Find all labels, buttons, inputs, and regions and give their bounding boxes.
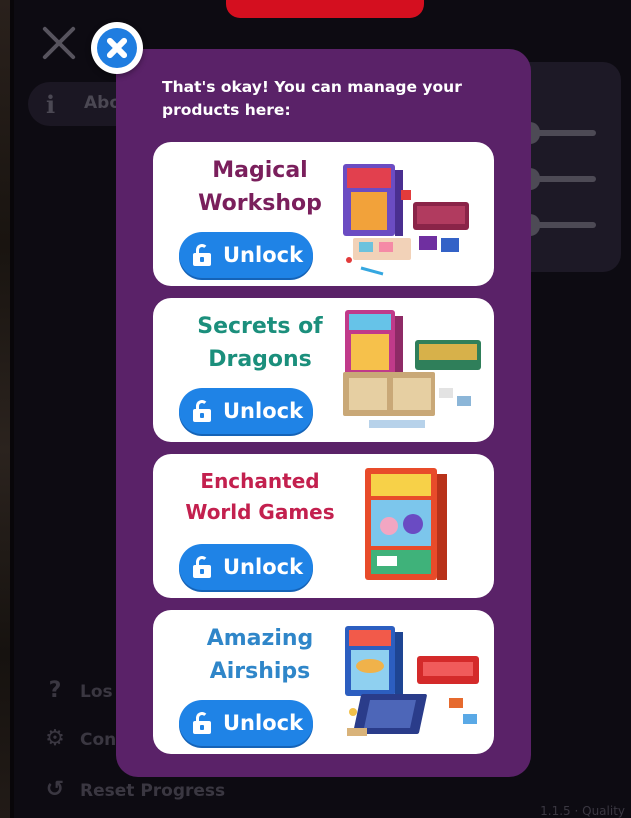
gear-icon: ⚙	[45, 726, 65, 751]
modal-title: That's okay! You can manage your product…	[162, 78, 462, 119]
settings-row-label: Los	[80, 682, 113, 702]
background-photo-strip	[0, 0, 14, 818]
product-card-magical-workshop: Magical Workshop Unlock	[153, 142, 494, 286]
unlock-button[interactable]: Unlock	[179, 232, 313, 278]
settings-row-label: Con	[80, 730, 117, 750]
top-red-banner	[226, 0, 424, 18]
unlock-icon	[193, 400, 211, 422]
settings-row-con[interactable]: ⚙ Con	[40, 726, 116, 751]
unlock-button[interactable]: Unlock	[179, 544, 313, 590]
unlock-icon	[193, 556, 211, 578]
product-card-amazing-airships: Amazing Airships Unlock	[153, 610, 494, 754]
version-text: 1.1.5 · Quality	[540, 804, 625, 818]
info-icon: i	[46, 90, 56, 119]
product-name: Amazing Airships	[206, 626, 314, 684]
background-close-icon[interactable]	[40, 24, 78, 62]
unlock-button[interactable]: Unlock	[179, 388, 313, 434]
magical-workshop-product-image	[343, 164, 469, 276]
unlock-icon	[193, 712, 211, 734]
product-name: Magical Workshop	[198, 158, 322, 216]
question-icon: ?	[48, 678, 62, 703]
unlock-label: Unlock	[223, 243, 304, 267]
volume-slider-2[interactable]	[520, 168, 596, 190]
unlock-label: Unlock	[223, 555, 304, 579]
product-name: Secrets of Dragons	[197, 314, 323, 372]
reset-icon: ↺	[45, 777, 65, 802]
product-card-enchanted-world-games: Enchanted World Games Unlock	[153, 454, 494, 598]
settings-row-label: Reset Progress	[80, 781, 226, 801]
volume-slider-3[interactable]	[520, 214, 596, 236]
unlock-icon	[193, 244, 211, 266]
amazing-airships-product-image	[345, 626, 479, 736]
secrets-of-dragons-product-image	[343, 310, 481, 428]
close-icon	[97, 28, 137, 68]
close-button[interactable]	[91, 22, 143, 74]
unlock-button[interactable]: Unlock	[179, 700, 313, 746]
unlock-label: Unlock	[223, 399, 304, 423]
product-card-secrets-of-dragons: Secrets of Dragons Unlock	[153, 298, 494, 442]
settings-row-lost[interactable]: ? Los	[40, 678, 113, 703]
product-name: Enchanted World Games	[185, 469, 335, 524]
unlock-label: Unlock	[223, 711, 304, 735]
reset-progress-row[interactable]: ↺ Reset Progress	[40, 777, 225, 802]
enchanted-world-games-product-image	[365, 468, 447, 580]
volume-slider-1[interactable]	[520, 122, 596, 144]
